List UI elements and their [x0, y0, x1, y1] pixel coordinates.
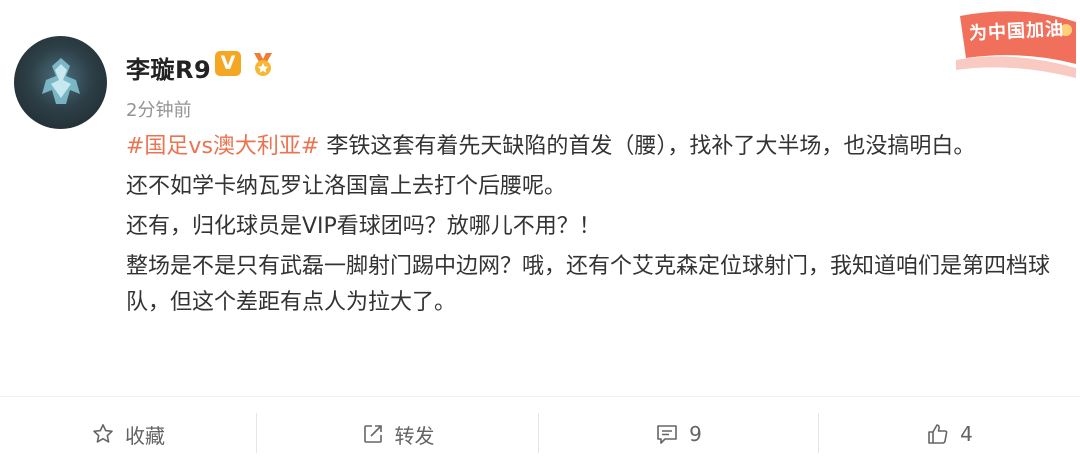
user-avatar[interactable] — [14, 36, 107, 129]
favorite-button[interactable]: 收藏 — [0, 397, 256, 471]
comment-icon — [657, 425, 677, 444]
avatar-figure-icon — [42, 58, 80, 104]
favorite-label: 收藏 — [125, 423, 165, 448]
thumbs-up-icon — [928, 424, 948, 444]
post-text: 李铁这套有着先天缺陷的首发（腰），找补了大半场，也没搞明白。 — [319, 134, 976, 159]
post-paragraph: 还有，归化球员是VIP看球团吗？放哪儿不用？！ — [126, 214, 601, 239]
weibo-post-card: 李璇R9 V 2分钟前 为中国加油 #国足vs澳大利亚# 李铁这套有着先天缺陷的… — [0, 0, 1080, 471]
repost-button[interactable]: 转发 — [257, 397, 538, 471]
post-timestamp: 2分钟前 — [126, 100, 192, 121]
post-body: #国足vs澳大利亚# 李铁这套有着先天缺陷的首发（腰），找补了大半场，也没搞明白… — [126, 129, 1060, 325]
medal-icon — [254, 53, 272, 76]
repost-icon — [363, 425, 382, 443]
comment-button[interactable]: 9 — [539, 397, 818, 471]
star-icon — [93, 424, 113, 443]
username[interactable]: 李璇R9 — [126, 50, 211, 85]
cheer-banner-text: 为中国加油 — [968, 18, 1065, 45]
like-count: 4 — [960, 422, 973, 446]
repost-label: 转发 — [394, 423, 435, 448]
comment-count: 9 — [689, 422, 702, 446]
hashtag-link[interactable]: #国足vs澳大利亚# — [126, 134, 319, 159]
verified-badge: V — [215, 51, 241, 76]
post-paragraph: 整场是不是只有武磊一脚射门踢中边网？哦，还有个艾克森定位球射门，我知道咱们是第四… — [126, 254, 1051, 315]
post-paragraph: 还不如学卡纳瓦罗让洛国富上去打个后腰呢。 — [126, 174, 567, 199]
post-paragraph: #国足vs澳大利亚# 李铁这套有着先天缺陷的首发（腰），找补了大半场，也没搞明白… — [126, 129, 1060, 165]
like-button[interactable]: 4 — [819, 397, 1080, 471]
verified-badge-label: V — [220, 52, 236, 74]
